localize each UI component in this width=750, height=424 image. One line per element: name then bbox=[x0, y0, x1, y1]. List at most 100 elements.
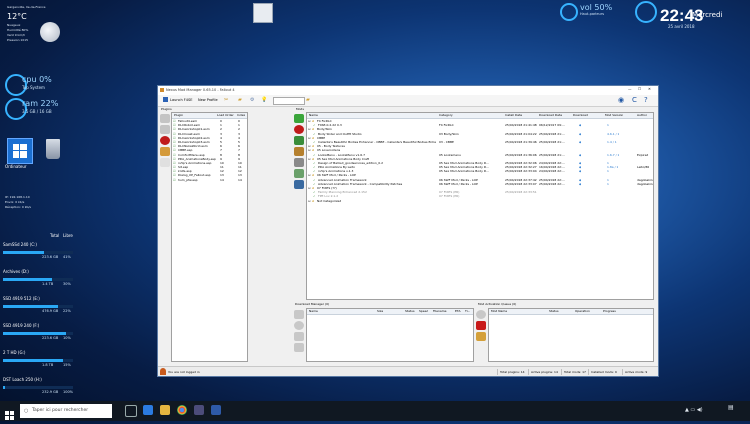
mod-category-row[interactable]: ⊟ ▰ Not Categorized bbox=[307, 199, 653, 203]
queue-clear-icon[interactable] bbox=[476, 332, 486, 341]
aq-col-progress[interactable]: Progress bbox=[603, 309, 616, 313]
queue-pause-icon[interactable] bbox=[476, 310, 486, 319]
file-explorer-icon[interactable] bbox=[160, 405, 170, 415]
folder-2-icon[interactable]: ▰ bbox=[306, 97, 310, 103]
move-down-icon[interactable] bbox=[160, 125, 170, 134]
export-list-icon[interactable] bbox=[294, 180, 304, 189]
cpu-label: cpu 0% bbox=[22, 75, 52, 84]
launch-f4se-button[interactable]: Launch F4SE bbox=[170, 98, 192, 102]
volume-label: vol 50% bbox=[580, 3, 613, 12]
drive-total: 223.6 GB bbox=[42, 255, 59, 259]
drive-name: 2 T HD (G:) bbox=[3, 350, 26, 355]
recycle-bin-icon[interactable] bbox=[46, 139, 60, 159]
profile-dropdown[interactable] bbox=[273, 97, 305, 105]
plugin-load-order: 14 bbox=[220, 177, 224, 182]
import-icon[interactable] bbox=[160, 158, 170, 167]
col-load-order[interactable]: Load Order bbox=[217, 113, 234, 117]
drives-total-header: Total bbox=[50, 233, 60, 238]
notification-icon[interactable]: ▤ bbox=[728, 404, 734, 411]
maximize-button[interactable]: ☐ bbox=[638, 87, 641, 91]
new-profile-button[interactable]: New Profile bbox=[198, 98, 218, 102]
plugin-row[interactable]: ☑ hum_pfw.esp 14 14 bbox=[172, 178, 247, 182]
cancel-icon[interactable] bbox=[294, 321, 304, 330]
settings-icon[interactable]: ⚙ bbox=[250, 97, 254, 103]
col-install-date[interactable]: Install Date bbox=[505, 113, 522, 117]
resume-icon[interactable] bbox=[294, 310, 304, 319]
weather-line-2: Humidité 80% bbox=[7, 28, 29, 32]
minimize-button[interactable]: — bbox=[628, 87, 632, 91]
task-view-icon[interactable] bbox=[125, 405, 137, 417]
desktop-file-icon[interactable] bbox=[253, 3, 273, 23]
plugin-checkbox[interactable]: ☑ bbox=[173, 178, 176, 182]
queue-remove-icon[interactable] bbox=[476, 321, 486, 330]
drive-usage-fill bbox=[3, 386, 6, 389]
login-status[interactable]: You are not logged in bbox=[168, 370, 200, 374]
dl-col-ti[interactable]: Ti... bbox=[465, 309, 470, 313]
taskbar-search-input[interactable]: Taper ici pour rechercher bbox=[20, 404, 112, 418]
refresh-icon[interactable]: C bbox=[632, 96, 637, 104]
col-mod-version[interactable]: Mod Version bbox=[605, 113, 623, 117]
drive-free: 10% bbox=[63, 336, 71, 340]
drive-usage-bar bbox=[3, 386, 73, 389]
remove-download-icon[interactable] bbox=[294, 343, 304, 352]
drive-usage-bar bbox=[3, 278, 73, 281]
app-taskbar-icon[interactable] bbox=[194, 405, 204, 415]
expand-icon[interactable]: ⊟ bbox=[308, 199, 311, 203]
dl-col-speed[interactable]: Speed bbox=[419, 309, 428, 313]
mod-category-name: Not Categorized bbox=[317, 198, 342, 203]
endorse-icon[interactable] bbox=[294, 158, 304, 167]
start-icon[interactable] bbox=[5, 405, 14, 420]
drive-usage-fill bbox=[3, 359, 63, 362]
move-up-icon[interactable] bbox=[160, 114, 170, 123]
user-icon bbox=[160, 368, 166, 375]
drive-name: SSD 4919 512 (E:) bbox=[3, 296, 40, 301]
activate-mod-icon[interactable] bbox=[294, 136, 304, 145]
nmm-taskbar-icon[interactable] bbox=[211, 405, 221, 415]
categories-icon[interactable] bbox=[294, 147, 304, 156]
computer-icon[interactable] bbox=[7, 138, 33, 164]
drive-name: SSD 4919 240 (F:) bbox=[3, 323, 40, 328]
col-download-date[interactable]: Download Date bbox=[539, 113, 562, 117]
check-updates-icon[interactable] bbox=[294, 169, 304, 178]
edge-icon[interactable] bbox=[143, 405, 153, 415]
drive-usage-bar bbox=[3, 251, 73, 254]
remove-mod-icon[interactable] bbox=[294, 125, 304, 134]
login-icon[interactable]: ◉ bbox=[618, 96, 624, 104]
drive-free: 30% bbox=[63, 282, 71, 286]
tray-icons[interactable]: ▲ ▭ ◀) bbox=[685, 407, 703, 413]
aq-col-mod-name[interactable]: Mod Name bbox=[491, 309, 507, 313]
folder-icon[interactable]: ▰ bbox=[238, 97, 242, 103]
help-icon[interactable]: ? bbox=[644, 96, 648, 104]
aq-col-status[interactable]: Status bbox=[549, 309, 559, 313]
drive-usage-fill bbox=[3, 332, 66, 335]
col-download[interactable]: Download bbox=[573, 113, 588, 117]
dl-col-status[interactable]: Status bbox=[405, 309, 415, 313]
col-name[interactable]: Name bbox=[309, 113, 318, 117]
col-category[interactable]: Category bbox=[439, 113, 453, 117]
status-active-mods: Active mods: 9 bbox=[622, 369, 647, 375]
pause-icon[interactable] bbox=[294, 332, 304, 341]
dl-col-size[interactable]: Size bbox=[377, 309, 383, 313]
col-author[interactable]: Author bbox=[637, 113, 647, 117]
plugins-list: Plugin Load Order Index ☑ Fallout4.esm 0… bbox=[171, 112, 248, 362]
drive-total: 232.9 GB bbox=[42, 390, 59, 394]
dl-col-eta[interactable]: ETA bbox=[455, 309, 461, 313]
add-mod-icon[interactable] bbox=[294, 114, 304, 123]
disable-icon[interactable] bbox=[160, 136, 170, 145]
plugin-arrows bbox=[160, 112, 170, 169]
toolbar: Launch F4SE New Profile ✂ ▰ ⚙ 💡 ▰ ◉ C ? bbox=[158, 95, 658, 107]
drive-free: 15% bbox=[63, 363, 71, 367]
status-total-mods: Total mods: 17 bbox=[561, 369, 586, 375]
export-icon[interactable] bbox=[160, 147, 170, 156]
aq-col-operation[interactable]: Operation bbox=[575, 309, 590, 313]
chrome-icon[interactable] bbox=[177, 405, 187, 415]
col-index[interactable]: Index bbox=[237, 113, 245, 117]
dl-col-filename[interactable]: Filename bbox=[433, 309, 447, 313]
drive-name: SamSSd 240 (C:) bbox=[3, 242, 37, 247]
close-button[interactable]: ✕ bbox=[648, 87, 651, 91]
tips-icon[interactable]: 💡 bbox=[261, 97, 267, 103]
col-plugin[interactable]: Plugin bbox=[174, 113, 183, 117]
plugin-name: hum_pfw.esp bbox=[178, 177, 198, 182]
tools-icon[interactable]: ✂ bbox=[224, 97, 228, 103]
dl-col-name[interactable]: Name bbox=[309, 309, 318, 313]
